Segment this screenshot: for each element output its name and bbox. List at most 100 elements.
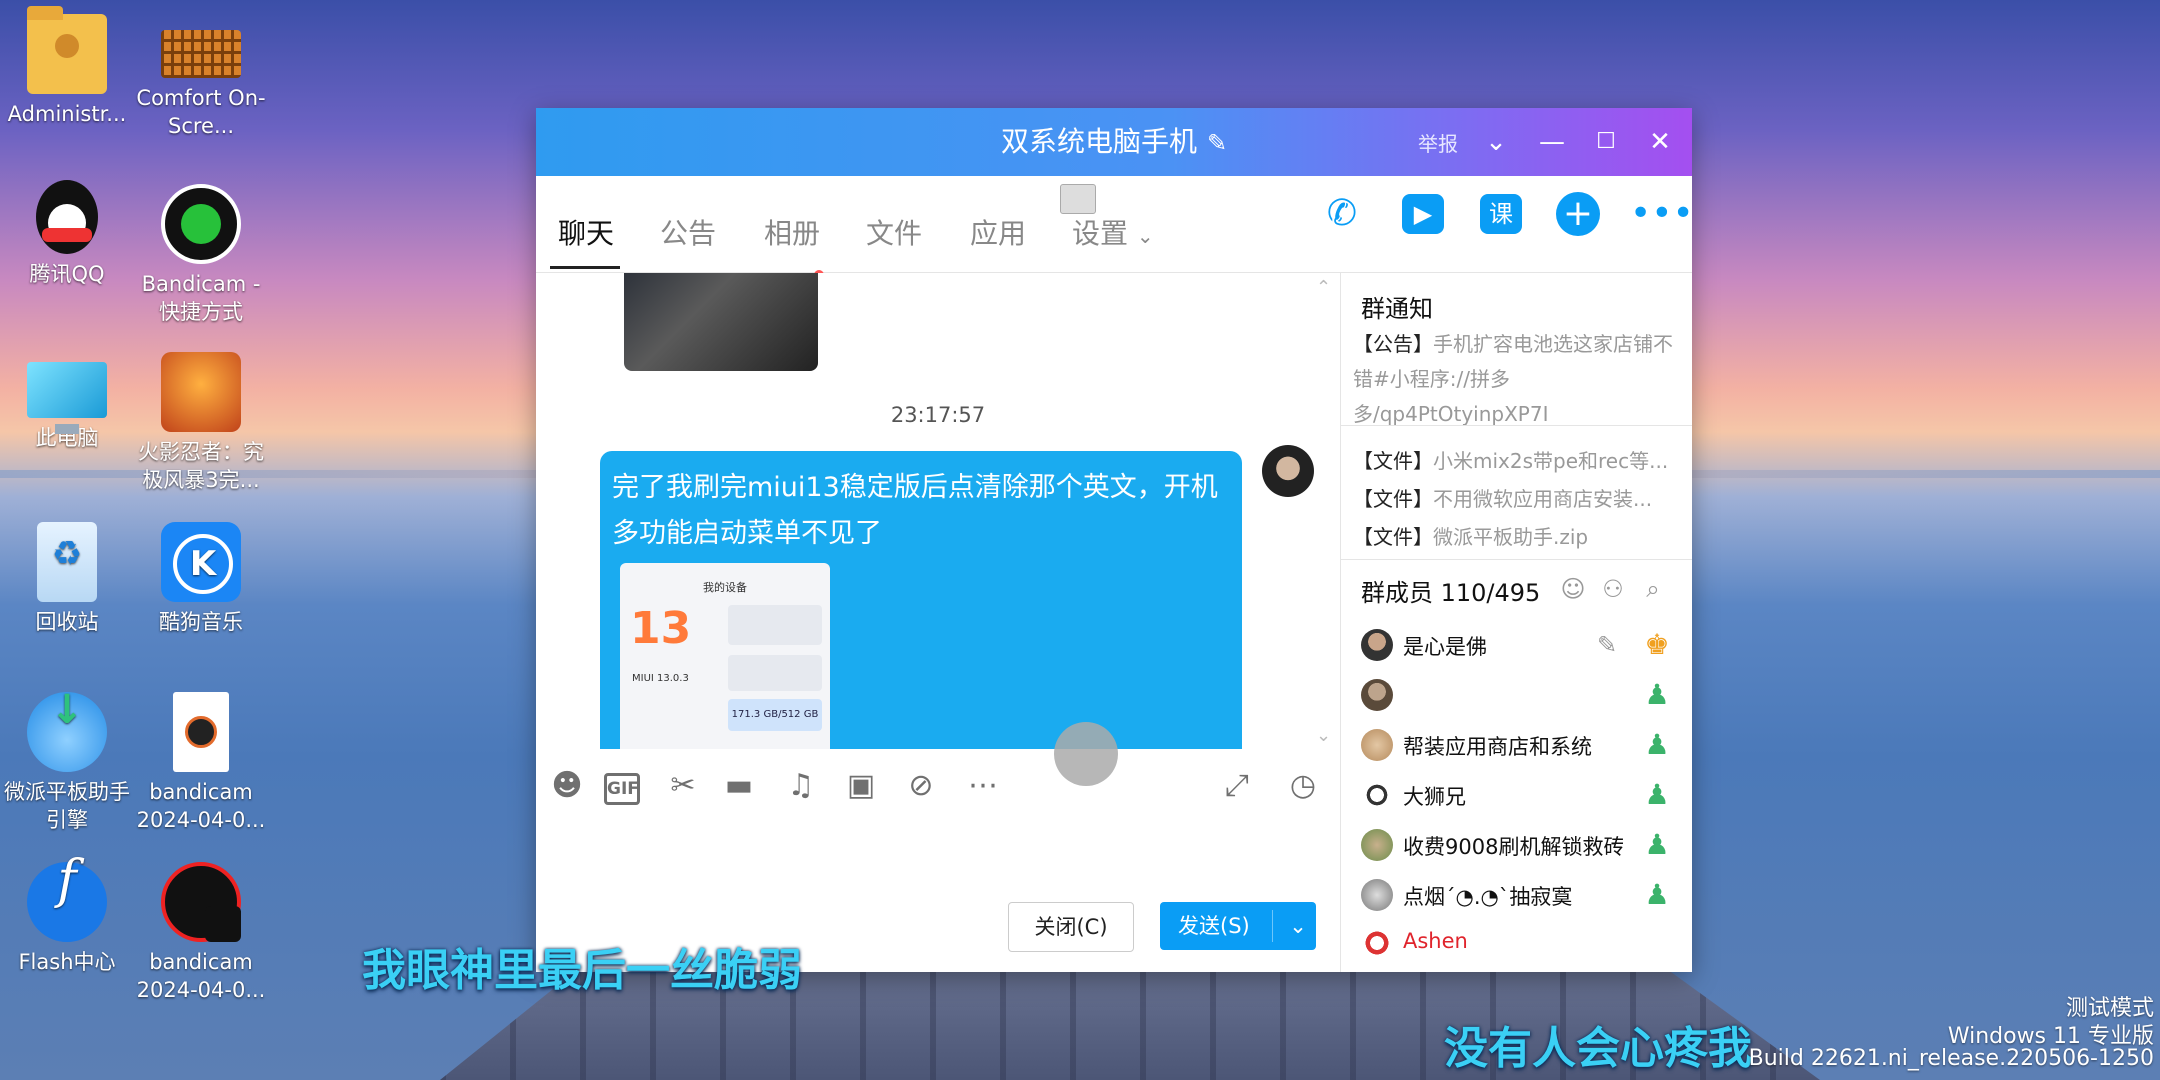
more-options-icon[interactable]: ••• (1630, 192, 1692, 236)
desktop-icon-label: Bandicam - 快捷方式 (141, 272, 261, 324)
download-icon (27, 692, 107, 772)
admin-icon: ♟ (1644, 878, 1670, 911)
history-clock-icon[interactable]: ◷ (1284, 767, 1322, 805)
desktop-icon-kugou-music[interactable]: 酷狗音乐 (136, 522, 266, 636)
sender-avatar[interactable] (1262, 445, 1314, 497)
touch-cursor (1054, 722, 1118, 786)
desktop-icon-bandicam-video-1[interactable]: bandicam 2024-04-0... (136, 692, 266, 834)
file-item[interactable]: 【文件】微派平板助手.zip (1353, 521, 1683, 550)
title-bar[interactable]: 双系统电脑手机 ✎ 举报 ⌄ — ☐ ✕ (536, 108, 1692, 176)
group-sidebar: 群通知 【公告】手机扩容电池选这家店铺不错#小程序://拼多多/qp4PtOty… (1340, 273, 1692, 972)
member-row[interactable]: ♟ (1361, 675, 1681, 715)
minimize-button[interactable]: — (1532, 122, 1572, 162)
close-window-button[interactable]: ✕ (1640, 122, 1680, 162)
message-timestamp: 23:17:57 (890, 403, 986, 427)
folder-icon[interactable]: ▬ (720, 767, 758, 805)
message-screenshot[interactable]: 我的设备 13 MIUI 13.0.3 171.3 GB/512 GB (620, 563, 830, 749)
qq-group-chat-window: 双系统电脑手机 ✎ 举报 ⌄ — ☐ ✕ 聊天 公告 相册 文件 应用 设置 ⌄ … (536, 108, 1692, 972)
chevron-down-icon: ⌄ (1136, 224, 1154, 248)
file-tag: 【文件】 (1353, 449, 1433, 473)
search-icon[interactable]: ⌕ (1639, 575, 1667, 603)
tab-settings[interactable]: 设置 ⌄ (1072, 212, 1154, 252)
bandicam-icon (161, 184, 241, 264)
divider (1341, 559, 1692, 560)
input-toolbar: ☻ GIF ✂ ▬ ♫ ▣ ⊘ ⋯ ⤢ ◷ (536, 749, 1340, 821)
maximize-button[interactable]: ☐ (1586, 122, 1626, 162)
chat-message-area[interactable]: ⌃ 23:17:57 完了我刷完miui13稳定版后点清除那个英文，开机多功能启… (536, 273, 1340, 749)
screenshot-scissors-icon[interactable]: ✂ (664, 767, 702, 805)
video-caption-line2: 没有人会心疼我 (1444, 1023, 1752, 1074)
member-name: 大狮兄 (1403, 785, 1466, 809)
desktop-icon-bandicam-video-2[interactable]: bandicam 2024-04-0... (136, 862, 266, 1004)
desktop-icon-this-pc[interactable]: 此电脑 (2, 352, 132, 452)
image-icon[interactable]: ▣ (842, 767, 880, 805)
avatar (1361, 927, 1393, 959)
desktop-icon-label: 酷狗音乐 (159, 610, 243, 634)
send-button[interactable]: 发送(S) ⌄ (1160, 902, 1316, 950)
scroll-up-icon[interactable]: ⌃ (1316, 277, 1331, 298)
doc-icon[interactable]: ♫ (782, 767, 820, 805)
video-file-icon (173, 692, 229, 772)
members-title: 群成员 110/495 (1361, 579, 1541, 607)
desktop-icon-label: Comfort On-Scre... (136, 86, 266, 138)
gif-icon[interactable]: GIF (604, 773, 640, 805)
desktop-icon-administrator[interactable]: Administr... (2, 6, 132, 128)
shared-photo[interactable] (624, 273, 818, 371)
avatar (1361, 879, 1393, 911)
desktop-icon-label: 火影忍者：究极风暴3完... (138, 440, 264, 492)
tab-apps[interactable]: 应用 (970, 212, 1026, 252)
file-name: 小米mix2s带pe和rec等... (1433, 449, 1669, 473)
desktop-icon-qq[interactable]: 腾讯QQ (2, 180, 132, 288)
class-icon[interactable]: 课 (1480, 194, 1522, 234)
screenshot-header: 我的设备 (703, 581, 747, 594)
tab-announcement[interactable]: 公告 (660, 212, 716, 252)
face-icon[interactable]: ☺ (1559, 575, 1587, 603)
desktop-icon-naruto-game[interactable]: 火影忍者：究极风暴3完... (136, 352, 266, 494)
member-name: 帮装应用商店和系统 (1403, 735, 1592, 759)
chevron-down-icon[interactable]: ⌄ (1280, 902, 1316, 950)
add-icon[interactable]: + (1556, 192, 1600, 236)
keyboard-icon[interactable] (1060, 184, 1096, 214)
desktop-icon-bandicam-shortcut[interactable]: Bandicam - 快捷方式 (136, 184, 266, 326)
more-tools-icon[interactable]: ⋯ (964, 767, 1002, 805)
desktop-icon-weipai-tablet[interactable]: 微派平板助手引擎 (2, 692, 132, 834)
avatar (1361, 679, 1393, 711)
video-call-icon[interactable]: ▶ (1402, 194, 1444, 234)
member-row[interactable]: 是心是佛 ✎ ♚ (1361, 625, 1681, 665)
edit-pen-icon[interactable]: ✎ (1597, 631, 1617, 659)
kugou-icon (161, 522, 241, 602)
desktop-icon-label: Flash中心 (18, 950, 116, 974)
tab-album[interactable]: 相册 (764, 212, 820, 252)
edit-pen-icon[interactable]: ✎ (1207, 109, 1227, 177)
tab-files[interactable]: 文件 (866, 212, 922, 252)
message-bubble[interactable]: 完了我刷完miui13稳定版后点清除那个英文，开机多功能启动菜单不见了 我的设备… (600, 451, 1242, 749)
screenshot-card (728, 605, 822, 645)
file-item[interactable]: 【文件】不用微软应用商店安装... (1353, 483, 1683, 512)
chevron-down-icon[interactable]: ⌄ (1476, 122, 1516, 162)
tab-chat[interactable]: 聊天 (558, 212, 614, 252)
group-announcement[interactable]: 【公告】手机扩容电池选这家店铺不错#小程序://拼多多/qp4PtOtyinpX… (1353, 327, 1683, 432)
admin-icon: ♟ (1644, 678, 1670, 711)
tab-settings-label: 设置 (1072, 217, 1129, 250)
expand-icon[interactable]: ⤢ (1218, 767, 1256, 805)
member-row[interactable]: 收费9008刷机解锁救砖 ♟ (1361, 825, 1681, 865)
report-button[interactable]: 举报 (1418, 128, 1458, 157)
member-row[interactable]: Ashen (1361, 923, 1681, 963)
scroll-down-icon[interactable]: ⌄ (1316, 725, 1331, 746)
member-row[interactable]: 大狮兄 ♟ (1361, 775, 1681, 815)
desktop-icon-recycle-bin[interactable]: 回收站 (2, 522, 132, 636)
desktop-icon-flash-center[interactable]: Flash中心 (2, 862, 132, 976)
member-row[interactable]: 帮装应用商店和系统 ♟ (1361, 725, 1681, 765)
desktop-icon-comfort-keyboard[interactable]: Comfort On-Scre... (136, 14, 266, 140)
watermark-build: Build 22621.ni_release.220506-1250 (1748, 1046, 2154, 1071)
no-disturb-icon[interactable]: ⊘ (902, 767, 940, 805)
send-button-label: 发送(S) (1178, 914, 1250, 938)
window-title: 双系统电脑手机 ✎ (536, 108, 1692, 177)
monitor-icon (27, 362, 107, 434)
voice-call-icon[interactable]: ✆ (1320, 192, 1364, 236)
file-item[interactable]: 【文件】小米mix2s带pe和rec等... (1353, 445, 1683, 474)
close-button[interactable]: 关闭(C) (1008, 902, 1134, 952)
emoji-icon[interactable]: ☻ (548, 767, 586, 805)
member-row[interactable]: 点烟´◔.◔`抽寂寞 ♟ (1361, 875, 1681, 915)
add-member-icon[interactable]: ⚇ (1599, 575, 1627, 603)
